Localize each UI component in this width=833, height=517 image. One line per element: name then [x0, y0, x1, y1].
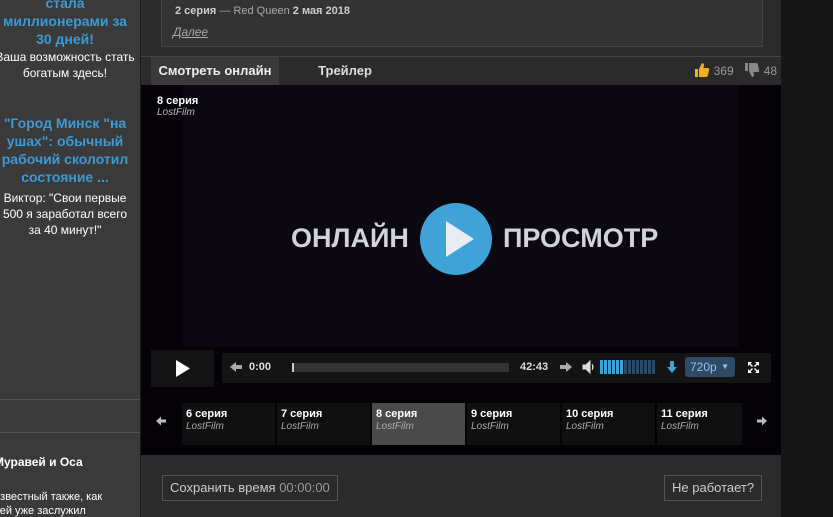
download-icon[interactable]	[666, 360, 678, 379]
sidebar-text: известный также, как чей уже заслужил	[0, 491, 103, 517]
episode-item[interactable]: 10 серия LostFilm	[562, 403, 655, 445]
episode-item-studio: LostFilm	[566, 421, 604, 432]
episode-item-title: 8 серия	[376, 408, 418, 420]
episode-studio: LostFilm	[157, 107, 195, 118]
likes-count: 369	[713, 64, 734, 78]
episode-item-title: 11 серия	[661, 408, 708, 420]
player-controls: 0:00 42:43 720p ▼	[151, 350, 771, 388]
not-working-button[interactable]: Не работает?	[664, 475, 763, 501]
episode-title: 8 серия	[157, 95, 199, 107]
control-bar: 0:00 42:43 720p ▼	[222, 353, 771, 383]
episode-item-title: 6 серия	[186, 408, 228, 420]
save-time-label: Сохранить время	[170, 480, 276, 495]
volume-bar[interactable]	[616, 360, 619, 374]
volume-bar[interactable]	[632, 360, 635, 374]
comment-meta: 2 серия — Red Queen 2 мая 2018	[175, 5, 350, 17]
volume-bar[interactable]	[644, 360, 647, 374]
more-link[interactable]: Далее	[173, 25, 208, 39]
play-icon	[446, 221, 474, 257]
ad-title-2[interactable]: "Город Минск "на ушах": обычный рабочий …	[0, 114, 140, 186]
episode-item-title: 10 серия	[566, 408, 614, 420]
volume-slider[interactable]	[600, 360, 655, 374]
time-total: 42:43	[520, 361, 549, 373]
main-content: 2 серия — Red Queen 2 мая 2018 Далее Смо…	[141, 0, 781, 517]
episode-item-studio: LostFilm	[186, 421, 224, 432]
comment-episode: 2 серия	[175, 5, 217, 17]
quality-label: 720p	[690, 360, 717, 374]
volume-bar[interactable]	[652, 360, 655, 374]
volume-bar[interactable]	[640, 360, 643, 374]
ad-title-1[interactable]: стала миллионерами за 30 дней!	[0, 0, 140, 48]
episode-item-studio: LostFilm	[661, 421, 699, 432]
volume-bar[interactable]	[620, 360, 623, 374]
sidebar-divider	[0, 432, 140, 433]
player-footer: Сохранить время 00:00:00 Не работает?	[141, 455, 781, 517]
episode-item-title: 9 серия	[471, 408, 513, 420]
episode-item-studio: LostFilm	[471, 421, 509, 432]
ad-text-2: Виктор: "Свои первые 500 я заработал все…	[2, 191, 128, 237]
volume-bar[interactable]	[648, 360, 651, 374]
dislikes-count: 48	[763, 64, 777, 78]
episode-item[interactable]: 7 серия LostFilm	[277, 403, 370, 445]
volume-bar[interactable]	[608, 360, 611, 374]
rewind-icon[interactable]	[229, 360, 243, 379]
online-left-text: ОНЛАЙН	[291, 223, 409, 253]
volume-icon[interactable]	[582, 359, 596, 379]
tab-trailer[interactable]: Трейлер	[305, 57, 385, 85]
player-tabs: Смотреть онлайн Трейлер 369 48	[141, 56, 781, 86]
save-time-value: 00:00:00	[279, 480, 330, 495]
fullscreen-icon[interactable]	[747, 361, 760, 379]
sidebar-divider	[0, 399, 140, 400]
volume-bar[interactable]	[636, 360, 639, 374]
save-time-button[interactable]: Сохранить время 00:00:00	[162, 475, 338, 501]
progress-knob[interactable]	[292, 363, 294, 372]
online-right-text: ПРОСМОТР	[503, 223, 659, 253]
volume-bar[interactable]	[612, 360, 615, 374]
chevron-down-icon: ▼	[721, 362, 729, 371]
volume-bar[interactable]	[600, 360, 603, 374]
volume-bar[interactable]	[604, 360, 607, 374]
episode-item[interactable]: 9 серия LostFilm	[467, 403, 560, 445]
next-arrow-icon[interactable]	[752, 410, 772, 434]
thumbs-down-icon[interactable]	[744, 62, 760, 81]
volume-bar[interactable]	[628, 360, 631, 374]
forward-icon[interactable]	[559, 360, 573, 379]
progress-bar[interactable]	[292, 363, 509, 372]
play-button[interactable]	[151, 350, 214, 387]
comment-author[interactable]: Red Queen	[233, 5, 289, 17]
prev-arrow-icon[interactable]	[151, 410, 171, 434]
episode-strip: 6 серия LostFilm 7 серия LostFilm 8 сери…	[141, 398, 781, 446]
video-player[interactable]: 8 серия LostFilm ОНЛАЙН ПРОСМОТР 0:00 42…	[141, 85, 781, 455]
volume-bar[interactable]	[624, 360, 627, 374]
episode-item[interactable]: 6 серия LostFilm	[182, 403, 275, 445]
left-sidebar: стала миллионерами за 30 дней! Ваша возм…	[0, 0, 140, 517]
comment-date: 2 мая 2018	[292, 5, 350, 17]
episode-item-studio: LostFilm	[281, 421, 319, 432]
votes: 369 48	[694, 57, 777, 85]
right-gutter	[781, 0, 833, 517]
episode-item-title: 7 серия	[281, 408, 323, 420]
episode-item-active[interactable]: 8 серия LostFilm	[372, 403, 465, 445]
episode-item[interactable]: 11 серия LostFilm	[657, 403, 742, 445]
ad-text-1: Ваша возможность стать богатым здесь!	[0, 50, 135, 80]
comment-preview: 2 серия — Red Queen 2 мая 2018 Далее	[161, 0, 763, 47]
thumbs-up-icon[interactable]	[694, 62, 710, 81]
play-icon	[176, 360, 190, 377]
episode-item-studio: LostFilm	[376, 421, 414, 432]
time-current: 0:00	[249, 361, 272, 373]
big-play-button[interactable]	[420, 203, 492, 275]
sidebar-heading[interactable]: Муравей и Оса	[0, 455, 83, 469]
comment-separator: —	[216, 5, 234, 17]
tab-watch-online[interactable]: Смотреть онлайн	[151, 57, 279, 85]
episode-badge: 8 серия LostFilm	[157, 95, 198, 118]
quality-select[interactable]: 720p ▼	[685, 357, 735, 377]
